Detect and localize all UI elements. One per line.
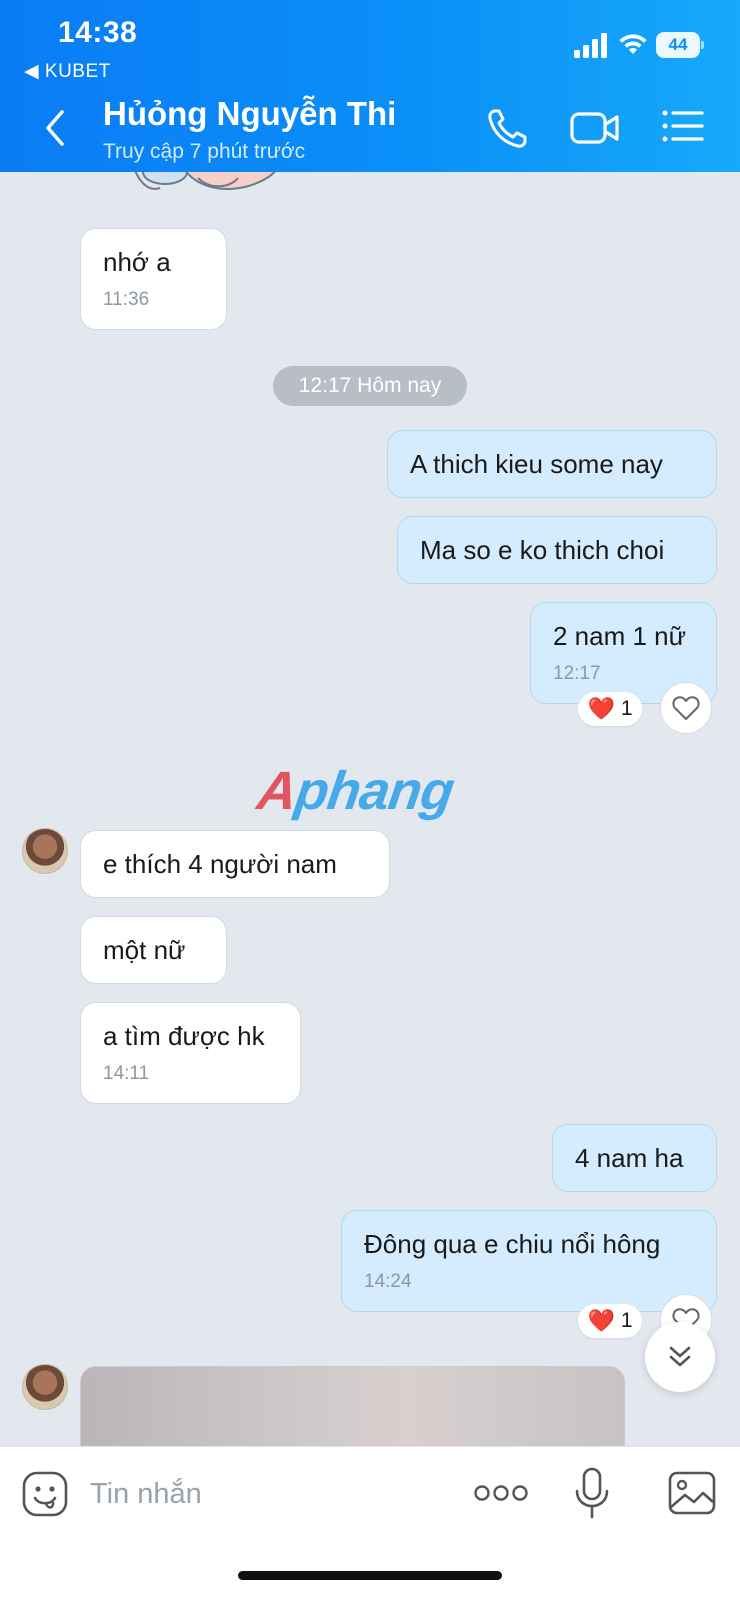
image-message-thumbnail[interactable] <box>80 1366 625 1446</box>
sticker-image[interactable] <box>130 172 290 208</box>
contact-name[interactable]: Hủỏng Nguyễn Thi <box>103 95 396 133</box>
battery-icon: 44 <box>656 32 704 58</box>
microphone-icon[interactable] <box>574 1467 610 1519</box>
double-chevron-down-icon <box>669 1346 691 1367</box>
heart-outline-icon <box>672 696 700 720</box>
message-time: 12:17 <box>553 663 601 684</box>
message-bubble-outgoing[interactable]: Đông qua e chiu nổi hông 14:24 <box>341 1210 717 1312</box>
menu-list-icon[interactable] <box>662 108 704 144</box>
message-text: A thich kieu some nay <box>410 449 663 479</box>
chat-header: 14:38 ◀ KUBET 44 Hủỏng Nguyễn Thi Truy c… <box>0 0 740 172</box>
message-bubble-incoming[interactable]: e thích 4 người nam <box>80 830 390 898</box>
message-text: một nữ <box>103 935 186 965</box>
message-time: 14:24 <box>364 1271 412 1292</box>
status-time: 14:38 <box>58 16 138 49</box>
more-options-icon[interactable] <box>474 1481 528 1505</box>
chat-area[interactable]: nhớ a 11:36 12:17 Hôm nay A thich kieu s… <box>0 172 740 1446</box>
heart-emoji: ❤️ <box>587 696 615 721</box>
reaction-count: 1 <box>620 1309 633 1332</box>
scroll-to-bottom-button[interactable] <box>645 1322 715 1392</box>
home-indicator[interactable] <box>238 1571 502 1580</box>
message-text: 4 nam ha <box>575 1143 684 1173</box>
heart-emoji: ❤️ <box>587 1308 615 1333</box>
message-bubble-incoming[interactable]: nhớ a 11:36 <box>80 228 227 330</box>
message-text: Đông qua e chiu nổi hông <box>364 1229 661 1259</box>
reaction-count: 1 <box>620 697 633 720</box>
watermark-logo: Aphang <box>253 761 458 821</box>
back-arrow-icon[interactable] <box>40 108 70 148</box>
phone-call-icon[interactable] <box>486 108 528 150</box>
message-time: 11:36 <box>103 289 150 310</box>
avatar[interactable] <box>22 1364 68 1410</box>
video-call-icon[interactable] <box>570 108 620 148</box>
message-text: e thích 4 người nam <box>103 849 337 879</box>
cellular-signal-icon <box>574 33 607 58</box>
message-bubble-outgoing[interactable]: A thich kieu some nay <box>387 430 717 498</box>
wifi-icon <box>619 34 647 54</box>
message-text: 2 nam 1 nữ <box>553 621 687 651</box>
image-gallery-icon[interactable] <box>668 1471 716 1515</box>
date-separator: 12:17 Hôm nay <box>273 366 467 406</box>
back-to-app-link[interactable]: ◀ KUBET <box>24 60 111 83</box>
message-bubble-incoming[interactable]: a tìm được hk 14:11 <box>80 1002 301 1104</box>
message-input-bar <box>0 1446 740 1600</box>
battery-level: 44 <box>656 32 700 58</box>
sticker-emoji-icon[interactable] <box>22 1471 68 1517</box>
react-button[interactable] <box>660 682 712 734</box>
avatar[interactable] <box>22 828 68 874</box>
message-text: Ma so e ko thich choi <box>420 535 665 565</box>
contact-last-seen: Truy cập 7 phút trước <box>103 140 306 163</box>
message-bubble-outgoing[interactable]: 4 nam ha <box>552 1124 717 1192</box>
reaction-badge[interactable]: ❤️ 1 <box>578 1304 642 1338</box>
reaction-badge[interactable]: ❤️ 1 <box>578 692 642 726</box>
message-bubble-incoming[interactable]: một nữ <box>80 916 227 984</box>
message-input[interactable] <box>90 1469 440 1519</box>
message-time: 14:11 <box>103 1063 150 1084</box>
message-text: a tìm được hk <box>103 1021 265 1051</box>
message-text: nhớ a <box>103 247 171 277</box>
message-bubble-outgoing[interactable]: Ma so e ko thich choi <box>397 516 717 584</box>
